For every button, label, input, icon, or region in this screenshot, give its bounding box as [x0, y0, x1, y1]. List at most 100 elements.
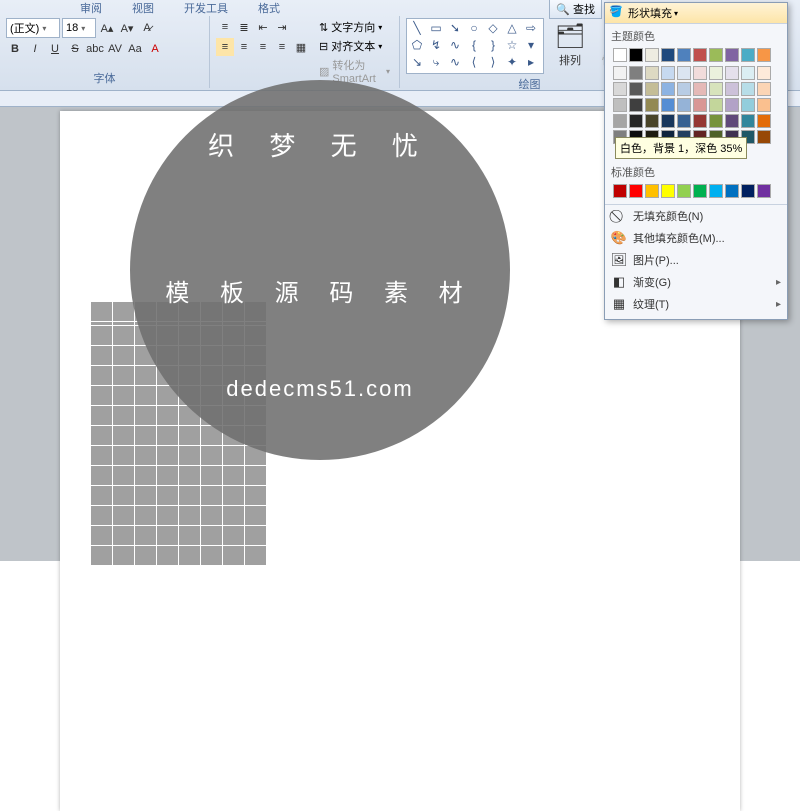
color-swatch[interactable]	[709, 98, 723, 112]
color-swatch[interactable]	[629, 66, 643, 80]
color-swatch[interactable]	[693, 82, 707, 96]
shape-l2-icon[interactable]: ⤷	[428, 55, 444, 69]
bold-button[interactable]: B	[6, 40, 24, 58]
color-swatch[interactable]	[661, 66, 675, 80]
shrink-font-button[interactable]: A▾	[118, 19, 136, 37]
shape-rect-icon[interactable]: ▭	[428, 21, 444, 35]
picture-fill-item[interactable]: 🖼图片(P)...	[605, 249, 787, 271]
color-swatch[interactable]	[661, 184, 675, 198]
shape-l4-icon[interactable]: ⟨	[466, 55, 482, 69]
tab-dev[interactable]: 开发工具	[184, 0, 228, 14]
color-swatch[interactable]	[629, 98, 643, 112]
tab-format[interactable]: 格式	[258, 0, 280, 14]
shape-l6-icon[interactable]: ✦	[504, 55, 520, 69]
shadow-button[interactable]: abc	[86, 40, 104, 58]
shape-arrow-icon[interactable]: ➘	[447, 21, 463, 35]
shape-more-icon[interactable]: ▾	[523, 38, 539, 52]
color-swatch[interactable]	[693, 98, 707, 112]
color-swatch[interactable]	[741, 98, 755, 112]
color-swatch[interactable]	[741, 114, 755, 128]
numbering-button[interactable]: ≣	[235, 18, 253, 36]
shape-fill-button[interactable]: 🪣 形状填充▾	[605, 3, 787, 24]
color-swatch[interactable]	[677, 66, 691, 80]
color-swatch[interactable]	[661, 98, 675, 112]
font-size-combo[interactable]: 18▾	[62, 18, 96, 38]
color-swatch[interactable]	[725, 82, 739, 96]
color-swatch[interactable]	[741, 48, 755, 62]
color-swatch[interactable]	[709, 82, 723, 96]
color-swatch[interactable]	[757, 130, 771, 144]
color-swatch[interactable]	[725, 48, 739, 62]
color-swatch[interactable]	[613, 98, 627, 112]
shape-tri-icon[interactable]: △	[504, 21, 520, 35]
indent-dec-button[interactable]: ⇤	[254, 18, 272, 36]
color-swatch[interactable]	[757, 114, 771, 128]
gradient-fill-item[interactable]: ◧渐变(G)▸	[605, 271, 787, 293]
shape-pent-icon[interactable]: ⬠	[409, 38, 425, 52]
font-name-combo[interactable]: (正文)▾	[6, 18, 60, 38]
grow-font-button[interactable]: A▴	[98, 19, 116, 37]
color-swatch[interactable]	[677, 98, 691, 112]
color-swatch[interactable]	[645, 48, 659, 62]
color-swatch[interactable]	[645, 82, 659, 96]
color-swatch[interactable]	[725, 66, 739, 80]
align-center-button[interactable]: ≡	[235, 38, 253, 56]
bullets-button[interactable]: ≡	[216, 18, 234, 36]
color-swatch[interactable]	[709, 48, 723, 62]
color-swatch[interactable]	[693, 66, 707, 80]
shape-conn-icon[interactable]: ↯	[428, 38, 444, 52]
justify-button[interactable]: ≡	[273, 38, 291, 56]
align-text-button[interactable]: ⊟对齐文本▾	[316, 37, 393, 55]
color-swatch[interactable]	[709, 66, 723, 80]
shape-star-icon[interactable]: ☆	[504, 38, 520, 52]
shape-l5-icon[interactable]: ⟩	[485, 55, 501, 69]
font-color-button[interactable]: A	[146, 40, 164, 58]
shape-l3-icon[interactable]: ∿	[447, 55, 463, 69]
color-swatch[interactable]	[741, 66, 755, 80]
no-fill-item[interactable]: ⃠无填充颜色(N)	[605, 205, 787, 227]
color-swatch[interactable]	[677, 114, 691, 128]
columns-button[interactable]: ▦	[292, 38, 310, 56]
color-swatch[interactable]	[725, 98, 739, 112]
color-swatch[interactable]	[661, 48, 675, 62]
align-right-button[interactable]: ≡	[254, 38, 272, 56]
case-button[interactable]: Aa	[126, 40, 144, 58]
color-swatch[interactable]	[629, 48, 643, 62]
color-swatch[interactable]	[709, 184, 723, 198]
color-swatch[interactable]	[757, 184, 771, 198]
color-swatch[interactable]	[677, 82, 691, 96]
more-colors-item[interactable]: 🎨其他填充颜色(M)...	[605, 227, 787, 249]
color-swatch[interactable]	[629, 184, 643, 198]
color-swatch[interactable]	[645, 184, 659, 198]
shape-diag-icon[interactable]: ◇	[485, 21, 501, 35]
color-swatch[interactable]	[693, 114, 707, 128]
shapes-gallery[interactable]: ╲ ▭ ➘ ○ ◇ △ ⇨ ⬠ ↯ ∿ { } ☆ ▾ ↘ ⤷ ∿	[406, 18, 544, 74]
color-swatch[interactable]	[645, 98, 659, 112]
color-swatch[interactable]	[693, 184, 707, 198]
color-swatch[interactable]	[725, 184, 739, 198]
color-swatch[interactable]	[645, 114, 659, 128]
strike-button[interactable]: S	[66, 40, 84, 58]
color-swatch[interactable]	[757, 66, 771, 80]
color-swatch[interactable]	[613, 48, 627, 62]
color-swatch[interactable]	[677, 48, 691, 62]
text-direction-button[interactable]: ⇅文字方向▾	[316, 18, 393, 36]
tab-review[interactable]: 审阅	[80, 0, 102, 14]
color-swatch[interactable]	[645, 66, 659, 80]
shape-curve-icon[interactable]: ∿	[447, 38, 463, 52]
color-swatch[interactable]	[757, 48, 771, 62]
spacing-button[interactable]: AV	[106, 40, 124, 58]
color-swatch[interactable]	[613, 82, 627, 96]
tab-view[interactable]: 视图	[132, 0, 154, 14]
color-swatch[interactable]	[629, 82, 643, 96]
color-swatch[interactable]	[757, 98, 771, 112]
clear-format-button[interactable]: A̷	[138, 19, 156, 37]
color-swatch[interactable]	[613, 184, 627, 198]
texture-fill-item[interactable]: ▦纹理(T)▸	[605, 293, 787, 315]
align-left-button[interactable]: ≡	[216, 38, 234, 56]
color-swatch[interactable]	[741, 82, 755, 96]
color-swatch[interactable]	[693, 48, 707, 62]
shape-arrow2-icon[interactable]: ⇨	[523, 21, 539, 35]
shape-line-icon[interactable]: ╲	[409, 21, 425, 35]
color-swatch[interactable]	[709, 114, 723, 128]
